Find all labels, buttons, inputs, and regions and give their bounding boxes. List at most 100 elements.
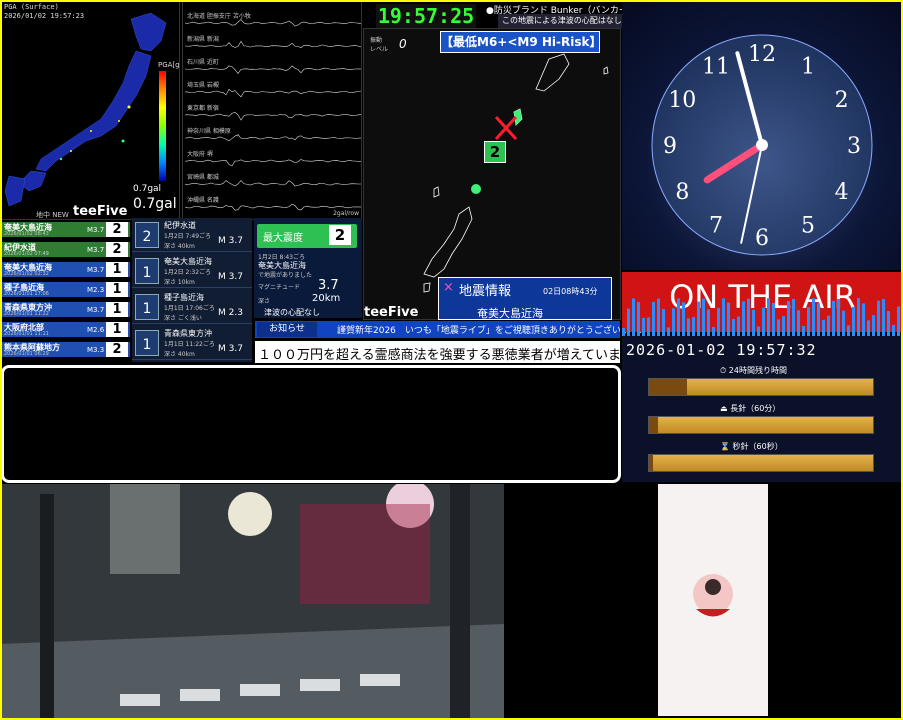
quake-list-item[interactable]: 大阪府北部 2026/01/01 11:11 M2.6 1: [2, 322, 130, 337]
equalizer-bar: [782, 316, 785, 336]
street-camera-feed: [0, 484, 504, 718]
quake-list-item[interactable]: 青森県東方沖 2026/01/01 11:22 M3.7 1: [2, 302, 130, 317]
equalizer-bar: [722, 298, 725, 336]
quake-detail-depth: 深さ 40km: [164, 241, 195, 250]
equalizer-bar: [767, 298, 770, 336]
quake-detail-item[interactable]: 1 奄美大島近海 1月2日 2:32ごろ 深さ 10km M 3.7: [132, 254, 252, 288]
equalizer-bar: [687, 318, 690, 336]
quake-list: 奄美大島近海 2026/01/02 08:43 M3.7 2 紀伊水道 2026/…: [0, 220, 132, 362]
quake-list-item[interactable]: 奄美大島近海 2026/01/02 08:43 M3.7 2: [2, 222, 130, 237]
quake-intensity: 1: [106, 322, 128, 337]
clock-number: 8: [675, 180, 689, 205]
equalizer-bar: [637, 302, 640, 336]
quake-detail-place: 種子島近海: [164, 292, 204, 303]
brand-logo-2: teeFive: [364, 305, 418, 320]
quake-sub: で地震がありました: [258, 270, 312, 279]
progress-label-text: 24時間残り時間: [729, 366, 787, 375]
quake-detail-intensity: 1: [135, 330, 159, 356]
quake-detail-date: 1月2日 2:32ごろ: [164, 267, 211, 276]
quake-magnitude: M3.3: [87, 346, 104, 354]
progress-track: [649, 417, 873, 433]
phone-content: [658, 484, 768, 716]
depth-label: 深さ: [258, 296, 270, 305]
seismograph-trace: [185, 89, 361, 96]
equalizer-bar: [777, 319, 780, 336]
tsunami-line: この地震による津波の心配はなし: [498, 14, 622, 28]
equalizer-bar: [802, 326, 805, 336]
progress-fill: [649, 417, 658, 433]
progress-label-text: 秒針（60秒）: [733, 442, 783, 451]
equalizer-bar: [817, 303, 820, 336]
quake-magnitude: M3.7: [87, 266, 104, 274]
equalizer-bar: [677, 298, 680, 336]
equalizer-bar: [757, 326, 760, 336]
equalizer-bar: [872, 315, 875, 336]
gal-value: 0.7gal: [133, 196, 177, 212]
gal-value-small: 0.7gal: [133, 184, 161, 194]
quake-detail-item[interactable]: 2 紀伊水道 1月2日 7:49ごろ 深さ 40km M 3.7: [132, 218, 252, 252]
equalizer-bar: [652, 302, 655, 336]
quake-detail-item[interactable]: 1 青森県東方沖 1月1日 11:22ごろ 深さ 40km M 3.7: [132, 326, 252, 360]
quake-time: 2026/01/01 11:22: [4, 311, 49, 317]
seismograph-station-label: 東京都 新宿: [187, 103, 219, 112]
quake-detail-date: 1月1日 17:06ごろ: [164, 303, 215, 312]
quake-list-item[interactable]: 紀伊水道 2026/01/02 07:49 M3.7 2: [2, 242, 130, 257]
equalizer-bar: [662, 309, 665, 336]
news-ticker: １００万円を超える霊感商法を強要する悪徳業者が増えています。ご注: [255, 341, 620, 363]
datetime-readout: 2026-01-02 19:57:32: [626, 341, 817, 359]
quake-magnitude: M2.3: [87, 286, 104, 294]
magnitude-value: 3.7: [318, 278, 339, 293]
quake-detail-intensity: 1: [135, 258, 159, 284]
equalizer-bar: [632, 298, 635, 336]
progress-label: ⏱ 24時間残り時間: [720, 365, 787, 376]
seismograph-trace: [185, 66, 361, 74]
timer-icon: ⏏: [720, 404, 728, 413]
seismograph-trace: [185, 135, 361, 141]
quake-list-item[interactable]: 熊本県阿蘇地方 2026/01/01 06:29 M3.3 2: [2, 342, 130, 357]
progress-label-text: 長針（60分）: [730, 404, 780, 413]
quake-intensity: 1: [106, 302, 128, 317]
quake-time: 2026/01/02 07:49: [4, 251, 49, 257]
equalizer-bar: [857, 298, 860, 336]
quake-detail-depth: 深さ 40km: [164, 349, 195, 358]
equalizer-bar: [892, 325, 895, 336]
quake-list-item[interactable]: 種子島近海 2026/01/01 17:06 M2.3 1: [2, 282, 130, 297]
clock-number: 12: [748, 42, 776, 67]
quake-detail-date: 1月1日 11:22ごろ: [164, 339, 215, 348]
depth-value: 20km: [312, 293, 340, 304]
progress-track: [649, 455, 873, 471]
equalizer-bar: [797, 310, 800, 336]
quake-list-item[interactable]: 奄美大島近海 2026/01/02 02:32 M3.7 1: [2, 262, 130, 277]
seismograph-scale: 2gal/row: [333, 210, 359, 217]
clock-hub: [756, 139, 768, 151]
quake-detail-place: 奄美大島近海: [164, 256, 212, 267]
equalizer-bar: [752, 310, 755, 336]
seismograph-trace: [185, 112, 361, 120]
quake-intensity: 1: [106, 262, 128, 277]
notice-badge: お知らせ: [257, 322, 317, 337]
quake-info-place: 奄美大島近海: [477, 305, 543, 321]
equalizer-bar: [627, 309, 630, 336]
quake-detail-item[interactable]: 1 種子島近海 1月1日 17:06ごろ 深さ ごく浅い M 2.3: [132, 290, 252, 324]
seismograph-station-label: 大阪府 堺: [187, 149, 213, 158]
equalizer-bar: [837, 299, 840, 336]
quake-info-time: 02日08時43分: [543, 286, 598, 297]
quake-detail-depth: 深さ 10km: [164, 277, 195, 286]
equalizer-bar: [882, 299, 885, 336]
seismograph-trace: [185, 20, 361, 27]
street-scene: [0, 484, 504, 718]
quake-time: 2026/01/02 02:32: [4, 271, 49, 277]
audio-equalizer: [622, 296, 903, 336]
epicenter-intensity-badge: 2: [484, 141, 506, 163]
quake-magnitude: M2.6: [87, 326, 104, 334]
quake-detail-magnitude: M 3.7: [218, 272, 243, 282]
timer-icon: ⌛: [720, 442, 730, 451]
digital-clock: 19:57:25: [376, 4, 476, 28]
quake-intensity: 2: [106, 242, 128, 257]
equalizer-bar: [642, 318, 645, 336]
progress-fill: [649, 379, 687, 395]
progress-label: ⏏ 長針（60分）: [720, 403, 780, 414]
progress-bar: [648, 416, 874, 434]
quake-detail-magnitude: M 3.7: [218, 344, 243, 354]
equalizer-bar: [622, 328, 625, 336]
